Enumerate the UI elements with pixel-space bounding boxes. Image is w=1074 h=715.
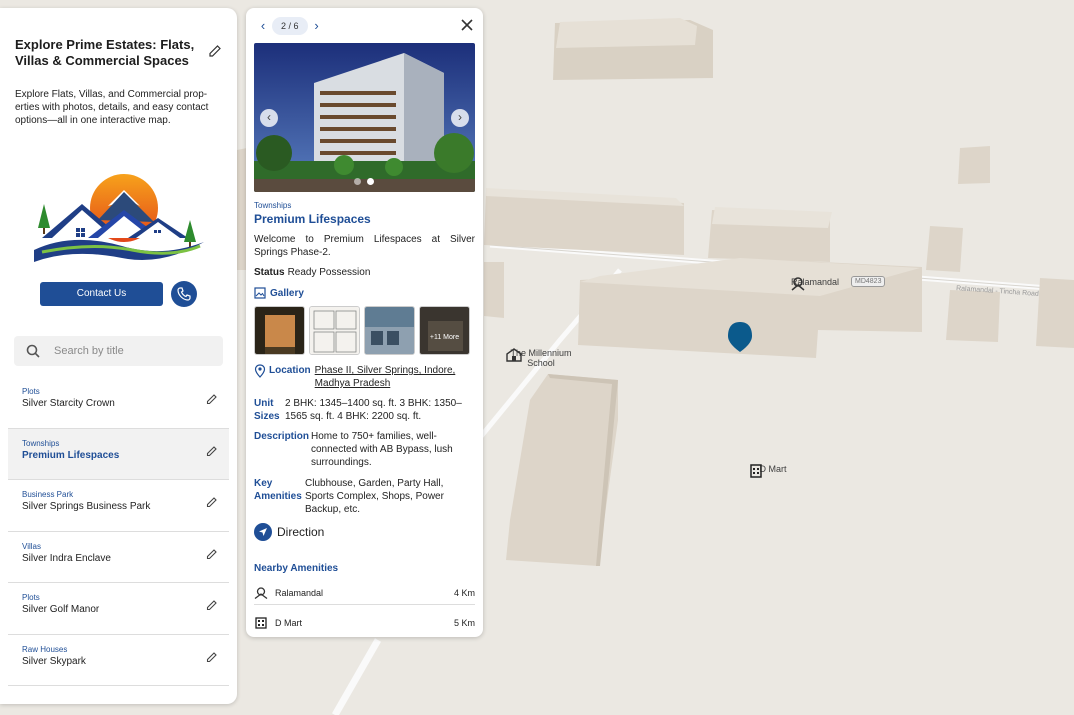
status-value: Ready Possession [287,267,371,278]
list-item[interactable]: Plots Silver Golf Manor [8,583,229,635]
edit-icon[interactable] [206,393,218,405]
gallery-thumbnail[interactable] [309,306,360,355]
search-box [14,336,223,366]
prev-image-button[interactable]: ‹ [260,109,278,127]
shopping-icon [255,617,267,629]
unit-sizes-row: Unit Sizes 2 BHK: 1345–1400 sq. ft. 3 BH… [254,397,475,423]
direction-label: Direction [277,525,325,539]
park-icon [254,586,268,599]
pager: ‹ 2 / 6 › [256,16,324,36]
poi-ralamandal[interactable]: Ralamandal [790,277,840,291]
school-icon [506,348,522,362]
edit-icon[interactable] [206,445,218,457]
location-row: Location Phase II, Silver Springs, Indor… [254,364,465,390]
location-link[interactable]: Phase II, Silver Springs, Indore, Madhya… [315,364,465,390]
sidebar-title: Explore Prime Estates: Flats, Villas & C… [15,37,195,68]
location-label: Location [269,365,311,376]
description-label: Description [254,431,310,442]
item-name: Silver Indra Enclave [22,552,111,564]
item-category: Raw Houses [22,644,68,654]
status-row: Status Ready Possession [254,267,370,278]
gallery-thumbnail[interactable] [254,306,305,355]
property-category: Townships [254,201,292,210]
list-item[interactable]: Plots Silver Starcity Crown [8,377,229,429]
brand-logo [34,174,204,262]
edit-icon[interactable] [206,548,218,560]
description-value: Home to 750+ families, well-connected wi… [311,431,453,468]
key-amenities-row: Key Amenities Clubhouse, Garden, Party H… [254,477,475,516]
shopping-icon [750,464,762,478]
unit-sizes-label: Unit Sizes [254,398,280,422]
amenity-name: D Mart [275,618,302,628]
pager-count: 2 / 6 [272,17,308,35]
prev-property-button[interactable]: ‹ [256,16,270,36]
direction-button[interactable]: Direction [254,523,324,541]
next-property-button[interactable]: › [310,16,324,36]
gallery-thumbnail[interactable] [364,306,415,355]
gallery-more-label: +11 More [420,307,469,354]
search-input[interactable] [54,336,214,366]
property-list: Plots Silver Starcity Crown Townships Pr… [8,377,229,686]
nearby-amenity-row[interactable]: D Mart 5 Km [254,611,475,635]
gallery-thumbnail-more[interactable]: +11 More [419,306,470,355]
carousel-dot[interactable] [354,178,361,185]
road-number-tag: MD4823 [851,276,886,287]
item-category: Villas [22,541,41,551]
list-item[interactable]: Villas Silver Indra Enclave [8,532,229,583]
list-item[interactable]: Business Park Silver Springs Business Pa… [8,480,229,532]
list-item[interactable]: Townships Premium Lifespaces [8,428,229,480]
gallery-label: Gallery [270,287,304,299]
poi-school[interactable]: The Millennium School [506,348,576,368]
item-name: Silver Skypark [22,655,86,667]
edit-icon[interactable] [206,496,218,508]
status-label: Status [254,267,285,278]
item-name: Silver Springs Business Park [22,501,151,512]
item-category: Plots [22,387,40,396]
item-name: Silver Starcity Crown [22,398,115,409]
list-item[interactable]: Raw Houses Silver Skypark [8,635,229,686]
property-detail-card: ‹ 2 / 6 › ‹ › Townships Premium Lifespac… [246,8,483,637]
item-category: Business Park [22,490,74,499]
amenity-name: Ralamandal [275,587,324,598]
key-amenities-label: Key Amenities [254,478,302,502]
nearby-amenities-heading: Nearby Amenities [254,563,339,574]
edit-icon[interactable] [206,599,218,611]
key-amenities-value: Clubhouse, Garden, Party Hall, Sports Co… [305,478,444,515]
nearby-amenity-row[interactable]: Ralamandal 4 Km [254,581,475,605]
item-name: Silver Golf Manor [22,604,100,615]
map-pin-icon [254,364,266,378]
phone-icon [177,287,191,301]
description-row: Description Home to 750+ families, well-… [254,430,475,469]
gallery-heading: Gallery [254,287,304,299]
sidebar: Explore Prime Estates: Flats, Villas & C… [0,8,237,704]
next-image-button[interactable]: › [451,109,469,127]
close-icon[interactable] [460,18,474,32]
edit-icon[interactable] [208,44,222,58]
contact-us-button[interactable]: Contact Us [40,282,163,306]
item-name: Premium Lifespaces [22,449,120,461]
search-icon [26,344,40,358]
call-button[interactable] [171,281,197,307]
edit-icon[interactable] [206,651,218,663]
item-category: Townships [22,438,60,448]
carousel-dot[interactable] [367,178,374,185]
park-icon [791,277,805,291]
building-photo [254,43,475,192]
amenity-distance: 5 Km [453,618,475,628]
direction-icon [254,523,272,541]
carousel-dots [354,178,374,185]
gallery-icon [254,287,266,299]
property-name: Premium Lifespaces [254,212,371,226]
property-welcome: Welcome to Premium Lifespaces at Silver … [254,234,475,258]
amenity-distance: 4 Km [453,587,475,598]
gallery-thumbnails: +11 More [254,306,470,355]
poi-dmart[interactable]: D Mart [748,464,798,478]
hero-image: ‹ › [254,43,475,192]
item-category: Plots [22,593,40,602]
sidebar-description: Explore Flats, Villas, and Commercial pr… [15,89,209,126]
unit-sizes-value: 2 BHK: 1345–1400 sq. ft. 3 BHK: 1350–156… [285,398,462,422]
